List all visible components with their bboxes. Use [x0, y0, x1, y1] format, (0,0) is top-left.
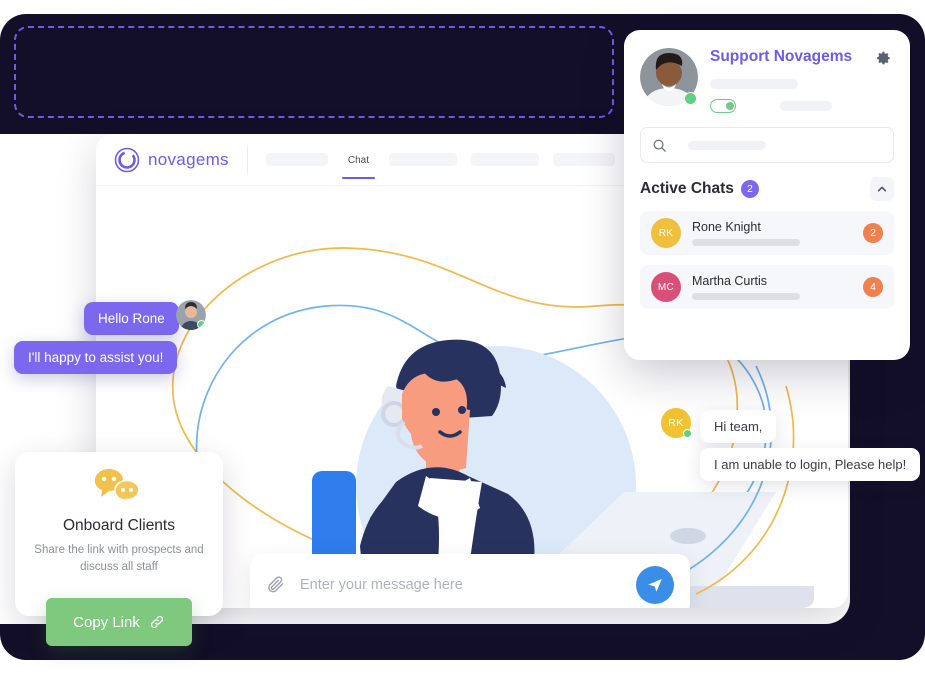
unread-badge: 4 [863, 277, 883, 297]
paperclip-icon[interactable] [266, 575, 286, 595]
app-logo-text: novagems [148, 149, 229, 169]
gear-icon [877, 51, 890, 65]
support-online-dot [684, 92, 697, 105]
onboard-clients-card: Onboard Clients Share the link with pros… [15, 452, 223, 616]
app-logo[interactable]: novagems [114, 147, 229, 173]
widget-title: Support Novagems [710, 48, 853, 65]
send-paper-plane-icon [648, 579, 662, 592]
chevron-up-icon [877, 186, 887, 192]
support-widget: Support Novagems Active Chats 2 RK Rone … [624, 30, 910, 360]
incoming-bubble-1: Hi team, [700, 410, 777, 443]
chat-preview-placeholder [692, 293, 800, 300]
settings-button[interactable] [874, 48, 894, 71]
availability-toggle[interactable] [710, 99, 736, 113]
tab-chat-label: Chat [347, 155, 369, 166]
outgoing-bubble-2: I'll happy to assist you! [14, 341, 178, 374]
link-icon [150, 615, 163, 629]
toggle-knob [725, 101, 734, 110]
nav-placeholder-1[interactable] [265, 153, 328, 166]
tab-chat[interactable]: Chat [341, 153, 375, 179]
search-icon [653, 139, 666, 152]
active-chats-header: Active Chats 2 [624, 163, 910, 201]
tab-active-underline [341, 176, 375, 179]
widget-placeholder-1 [710, 79, 798, 89]
dashed-frame [14, 26, 614, 118]
copy-link-label: Copy Link [73, 613, 140, 631]
widget-header: Support Novagems [624, 30, 910, 113]
outgoing-bubble-1: Hello Rone [84, 302, 179, 335]
chat-avatar: RK [651, 218, 681, 248]
onboard-title: Onboard Clients [62, 517, 175, 534]
send-button[interactable] [636, 566, 674, 604]
nav-placeholder-3[interactable] [470, 153, 539, 166]
active-chats-label: Active Chats [640, 180, 734, 197]
nav-placeholder-4[interactable] [552, 153, 615, 166]
active-chats-count: 2 [740, 180, 759, 198]
list-item[interactable]: MC Martha Curtis 4 [640, 265, 894, 309]
search-placeholder-bar [688, 140, 766, 150]
chat-avatar-initials: MC [657, 281, 675, 293]
nav-placeholder-2[interactable] [388, 153, 457, 166]
chat-preview-placeholder [692, 239, 800, 246]
support-avatar [640, 48, 698, 106]
chat-avatar-initials: RK [658, 227, 674, 239]
unread-badge: 2 [863, 223, 883, 243]
incoming-avatar: RK [661, 408, 692, 438]
agent-avatar [176, 300, 206, 330]
incoming-bubble-2: I am unable to login, Please help! [700, 448, 921, 481]
incoming-avatar-initials: RK [668, 417, 684, 429]
message-input-bar [250, 554, 690, 608]
chat-avatar: MC [651, 272, 681, 302]
collapse-button[interactable] [870, 177, 894, 201]
agent-online-dot [197, 320, 206, 329]
list-item[interactable]: RK Rone Knight 2 [640, 211, 894, 255]
message-input[interactable] [298, 576, 624, 594]
search-box [640, 127, 894, 163]
novagems-logo-icon [114, 147, 140, 172]
screenshot-root: novagems Chat Enter your message here He… [0, 0, 925, 674]
header-divider [246, 144, 248, 175]
incoming-online-dot [683, 429, 692, 438]
copy-link-button[interactable]: Copy Link [46, 598, 192, 646]
onboard-subtitle: Share the link with prospects and discus… [34, 544, 204, 573]
chat-name: Martha Curtis [692, 274, 768, 288]
chat-name: Rone Knight [692, 220, 761, 234]
chat-bubbles-icon [94, 469, 140, 506]
widget-placeholder-2 [780, 101, 832, 111]
